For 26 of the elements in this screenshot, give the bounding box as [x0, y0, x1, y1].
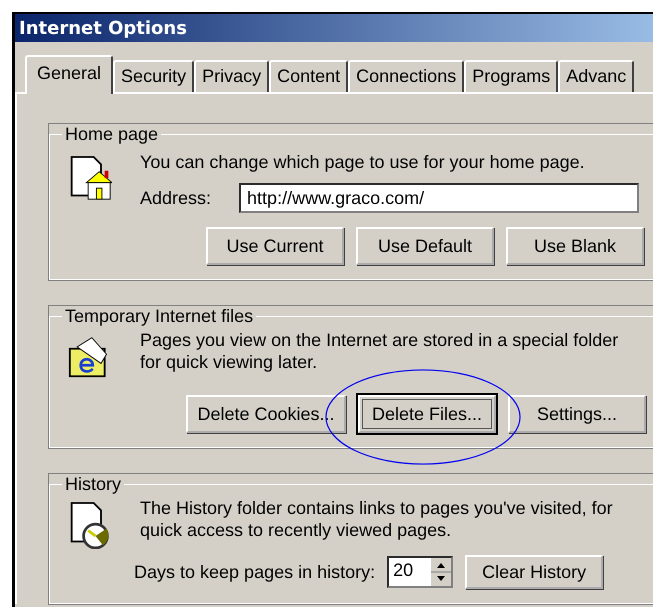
tab[interactable]: Advanc: [558, 60, 634, 92]
dialog-button[interactable]: Use Default: [356, 227, 494, 265]
description-text: The History folder contains links to pages you've visited, for quick access to recently viewed pages.: [140, 497, 614, 541]
group-title: History: [64, 474, 122, 495]
address-label: Address:: [140, 188, 212, 208]
group-title: Temporary Internet files: [64, 306, 254, 327]
spinner-arrows-icon[interactable]: [431, 558, 452, 586]
days-label: Days to keep pages in history:: [134, 562, 376, 582]
tab[interactable]: Privacy: [194, 60, 270, 92]
tab[interactable]: Programs: [464, 60, 558, 92]
window-title: Internet Options: [19, 18, 187, 38]
clear-history-button[interactable]: Clear History: [465, 555, 604, 589]
dialog-button[interactable]: Use Blank: [506, 227, 644, 265]
history-clock-icon: [68, 501, 112, 549]
tab[interactable]: General: [25, 55, 114, 94]
dialog-button[interactable]: Use Current: [206, 227, 344, 265]
dialog-button[interactable]: Settings...: [508, 395, 646, 433]
tab[interactable]: Security: [113, 60, 194, 92]
group-title: Home page: [64, 124, 160, 145]
tab[interactable]: Connections: [348, 60, 464, 92]
days-spinner[interactable]: 20: [387, 556, 454, 588]
description-text: You can change which page to use for your home page.: [140, 151, 586, 173]
address-field[interactable]: http://www.graco.com/: [239, 183, 640, 213]
description-text: Pages you view on the Internet are stored in a special folder for quick viewing later.: [140, 329, 620, 373]
dialog-button[interactable]: Delete Files...: [358, 395, 496, 433]
tab[interactable]: Content: [269, 60, 348, 92]
